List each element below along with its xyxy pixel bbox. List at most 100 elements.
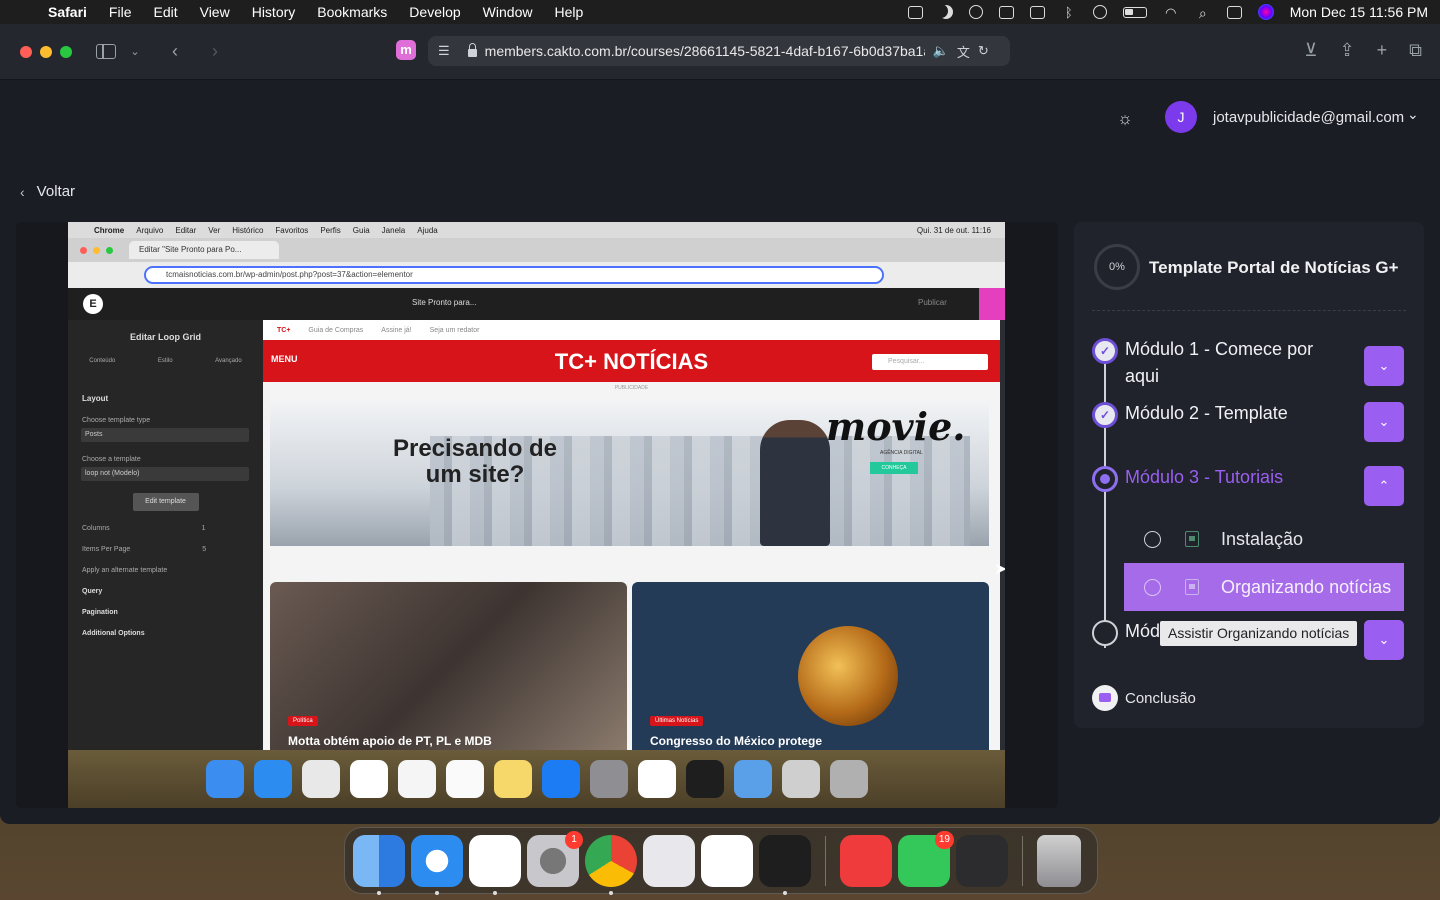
url-text[interactable]: members.cakto.com.br/courses/28661145-58… <box>485 43 925 59</box>
module-label[interactable]: Módulo 3 - Tutoriais <box>1125 464 1345 491</box>
status-app-icon[interactable] <box>907 5 923 19</box>
close-window-button[interactable] <box>20 45 32 58</box>
menu-edit[interactable]: Edit <box>153 4 177 20</box>
chevron-down-icon[interactable]: ⌄ <box>124 45 146 58</box>
finder-icon[interactable] <box>353 834 405 895</box>
vpn-app-icon[interactable] <box>701 834 753 887</box>
sidebar-toggle-icon[interactable] <box>96 44 116 59</box>
panel-items-value: 5 <box>202 546 207 553</box>
forward-nav-icon[interactable]: › <box>204 41 226 62</box>
new-tab-icon[interactable]: + <box>1377 40 1388 61</box>
figma-icon[interactable] <box>759 834 811 895</box>
running-indicator <box>609 890 613 895</box>
panel-tab: Conteúdo <box>89 358 116 364</box>
panel-row: Pagination <box>82 609 263 616</box>
menu-bookmarks[interactable]: Bookmarks <box>317 4 387 20</box>
status-drive-icon[interactable] <box>998 5 1014 19</box>
menu-help[interactable]: Help <box>554 4 583 20</box>
minimize-window-button[interactable] <box>40 45 52 58</box>
video-dock-app <box>205 760 244 798</box>
audio-icon[interactable]: 🔈 <box>933 43 949 59</box>
site-topnav-item: Seja um redator <box>429 326 480 334</box>
panel-label: Choose template type <box>82 417 151 424</box>
window-controls <box>20 45 72 58</box>
share-icon[interactable]: ⇪ <box>1340 40 1355 61</box>
conclusion-icon <box>1092 685 1118 711</box>
anydesk-icon[interactable] <box>840 834 892 887</box>
facetime-icon[interactable]: 19 <box>898 830 954 887</box>
page-menu-icon[interactable]: ☰ <box>438 43 450 59</box>
menu-develop[interactable]: Develop <box>409 4 460 20</box>
translate-icon[interactable]: 文 <box>957 42 970 61</box>
wifi-icon[interactable]: ◠ <box>1163 5 1179 20</box>
video-dock <box>68 750 1005 808</box>
system-settings-icon[interactable]: 1 <box>527 830 583 887</box>
trash-icon[interactable] <box>1037 834 1081 887</box>
running-indicator <box>377 890 381 895</box>
downloads-icon[interactable]: ⊻ <box>1304 40 1317 61</box>
module-4-toggle-button[interactable]: ⌄ <box>1364 620 1404 660</box>
bluetooth-icon[interactable]: ᛒ <box>1061 5 1077 20</box>
video-pink-tab <box>979 288 1005 320</box>
video-menu-item: Perfis <box>320 225 341 235</box>
user-email[interactable]: jotavpublicidade@gmail.com <box>1213 109 1404 126</box>
reload-icon[interactable]: ↻ <box>978 43 989 59</box>
video-frame[interactable]: Chrome Arquivo Editar Ver Histórico Favo… <box>68 222 1005 808</box>
menu-app-name[interactable]: Safari <box>48 4 87 20</box>
user-menu-chevron-icon[interactable]: ⌄ <box>1407 106 1419 123</box>
menu-window[interactable]: Window <box>483 4 533 20</box>
check-icon: ✓ <box>1092 402 1118 428</box>
calculator-icon[interactable] <box>956 834 1008 887</box>
lesson-radio-icon[interactable] <box>1144 578 1161 596</box>
reminders-icon[interactable] <box>469 834 521 895</box>
back-label: Voltar <box>36 183 76 200</box>
screen-mirroring-icon[interactable] <box>1029 5 1045 19</box>
back-link[interactable]: ‹ Voltar <box>20 183 75 200</box>
battery-icon[interactable] <box>1122 6 1147 18</box>
video-lesson-icon <box>1185 531 1199 547</box>
video-dock-app <box>781 760 820 798</box>
focus-moon-icon[interactable] <box>939 5 953 19</box>
control-center-icon[interactable] <box>1226 5 1242 19</box>
status-extension-icon[interactable] <box>968 5 983 19</box>
running-indicator <box>435 890 439 895</box>
video-menu-item: Histórico <box>232 225 264 235</box>
user-avatar[interactable]: J <box>1165 101 1197 133</box>
menu-file[interactable]: File <box>109 4 132 20</box>
launchpad-icon[interactable] <box>643 834 695 887</box>
site-topnav-item: Assine já! <box>381 326 412 334</box>
site-favicon[interactable]: m <box>396 40 416 60</box>
module-label[interactable]: Módulo 1 - Comece por aqui <box>1125 336 1335 390</box>
facetime-badge: 19 <box>934 830 954 849</box>
zoom-window-button[interactable] <box>60 45 72 58</box>
module-2-toggle-button[interactable]: ⌄ <box>1364 402 1404 442</box>
lock-icon <box>467 43 477 57</box>
safari-icon[interactable] <box>411 834 463 895</box>
module-3-toggle-button[interactable]: ⌃ <box>1364 466 1404 506</box>
card-tag: Política <box>288 716 318 726</box>
video-player[interactable]: Chrome Arquivo Editar Ver Histórico Favo… <box>16 222 1058 808</box>
video-dock-app <box>589 760 628 798</box>
banner-ad-cta: CONHEÇA <box>870 462 918 474</box>
module-label[interactable]: Módulo 2 - Template <box>1125 400 1345 427</box>
video-dock-app <box>637 760 676 798</box>
menu-view[interactable]: View <box>200 4 230 20</box>
chrome-icon[interactable] <box>585 834 637 895</box>
lesson-item[interactable]: Instalação <box>1124 515 1404 563</box>
module-1-toggle-button[interactable]: ⌄ <box>1364 346 1404 386</box>
menu-history[interactable]: History <box>252 4 296 20</box>
address-bar[interactable]: ☰ members.cakto.com.br/courses/28661145-… <box>428 36 1010 66</box>
tab-overview-icon[interactable]: ⧉ <box>1409 40 1422 61</box>
back-nav-icon[interactable]: ‹ <box>164 41 186 62</box>
spotlight-search-icon[interactable]: ⌕ <box>1195 5 1211 21</box>
panel-row: Items Per Page 5 <box>82 546 263 553</box>
conclusion-item[interactable]: Conclusão <box>1092 685 1196 711</box>
panel-query: Query <box>82 588 103 595</box>
lesson-item-selected[interactable]: Organizando notícias <box>1124 563 1404 611</box>
now-playing-icon[interactable] <box>1092 5 1107 19</box>
theme-toggle-sun-icon[interactable]: ☼ <box>1116 110 1134 128</box>
menubar-clock[interactable]: Mon Dec 15 11:56 PM <box>1290 4 1428 20</box>
siri-icon[interactable] <box>1257 4 1274 20</box>
site-topnav: TC+ Guia de Compras Assine já! Seja um r… <box>263 320 1000 340</box>
lesson-radio-icon[interactable] <box>1144 530 1161 548</box>
